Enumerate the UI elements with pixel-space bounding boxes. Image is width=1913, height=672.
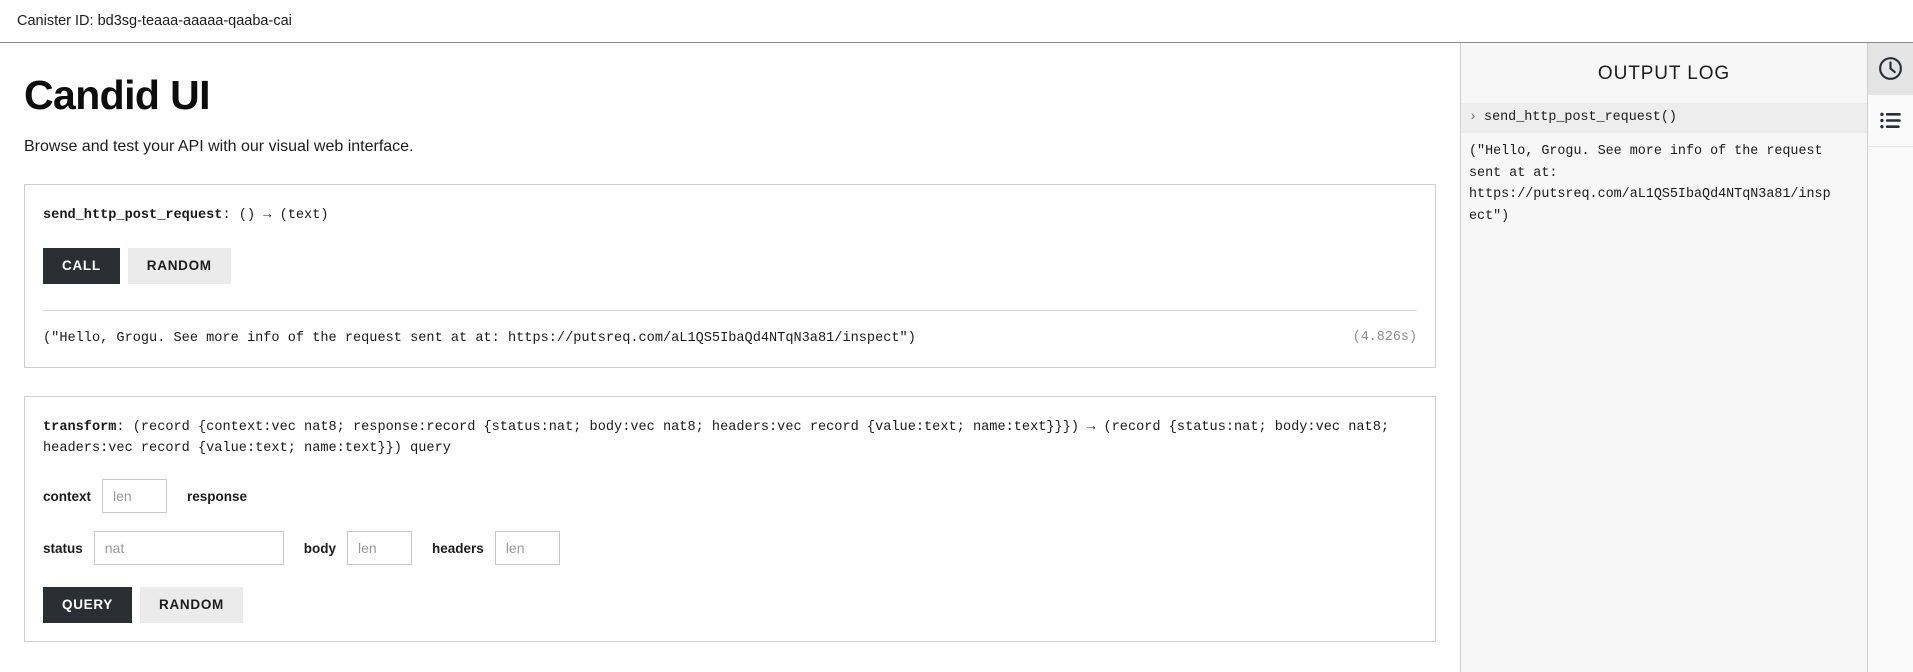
method-name: transform — [43, 420, 117, 436]
arg-label-response: response — [187, 488, 248, 504]
query-button[interactable]: QUERY — [43, 587, 133, 623]
method-name: send_http_post_request — [43, 208, 223, 224]
list-icon — [1877, 107, 1904, 134]
method-card-send-http-post-request: send_http_post_request: () → (text) CALL… — [24, 184, 1436, 369]
method-actions: CALL RANDOM — [43, 248, 1417, 284]
context-input[interactable] — [102, 479, 168, 514]
clock-icon — [1877, 55, 1904, 82]
page-subtitle: Browse and test your API with our visual… — [24, 138, 414, 156]
result-row: ("Hello, Grogu. See more info of the req… — [43, 329, 1417, 349]
status-input[interactable] — [93, 531, 284, 566]
log-entry-label: send_http_post_request() — [1484, 110, 1677, 125]
output-log-panel: OUTPUT LOG › send_http_post_request() ("… — [1460, 43, 1867, 672]
candid-ui-page: Canister ID: bd3sg-teaaa-aaaaa-qaaba-cai… — [0, 0, 1913, 672]
method-actions: QUERY RANDOM — [43, 587, 1417, 623]
canister-id-label: Canister ID: bd3sg-teaaa-aaaaa-qaaba-cai — [17, 13, 292, 29]
log-entry-toggle[interactable]: › send_http_post_request() — [1461, 103, 1867, 134]
methods-list-tab-button[interactable] — [1868, 95, 1913, 147]
result-value: ("Hello, Grogu. See more info of the req… — [43, 330, 916, 346]
method-signature-types: : (record {context:vec nat8; response:re… — [43, 420, 1390, 457]
canister-id-bar: Canister ID: bd3sg-teaaa-aaaaa-qaaba-cai — [0, 0, 1913, 43]
method-signature: transform: (record {context:vec nat8; re… — [43, 417, 1417, 459]
method-signature-types: : () → (text) — [222, 208, 329, 224]
arg-row-response-fields: status body headers — [43, 531, 1417, 566]
method-signature: send_http_post_request: () → (text) — [43, 205, 1417, 226]
main-content: Candid UI Browse and test your API with … — [0, 43, 1460, 672]
output-log-title: OUTPUT LOG — [1597, 63, 1731, 84]
body-split: Candid UI Browse and test your API with … — [0, 43, 1913, 672]
call-button[interactable]: CALL — [43, 248, 120, 284]
arg-label-headers: headers — [432, 540, 484, 556]
arg-row-context: context response — [43, 479, 1417, 514]
result-duration: (4.826s) — [1352, 329, 1417, 345]
random-button[interactable]: RANDOM — [127, 248, 231, 284]
arg-label-status: status — [43, 540, 83, 556]
history-tab-button[interactable] — [1868, 43, 1913, 95]
log-entry-body: ("Hello, Grogu. See more info of the req… — [1469, 144, 1831, 225]
method-card-transform: transform: (record {context:vec nat8; re… — [24, 396, 1436, 642]
random-button[interactable]: RANDOM — [140, 587, 243, 623]
right-icon-rail — [1867, 43, 1913, 672]
page-title: Candid UI — [24, 72, 211, 118]
arg-label-body: body — [303, 540, 337, 556]
arg-label-context: context — [43, 488, 92, 504]
argument-fields: context response status body headers — [43, 479, 1417, 566]
body-input[interactable] — [347, 531, 413, 566]
headers-input[interactable] — [494, 531, 560, 566]
result-divider — [43, 309, 1417, 311]
chevron-right-icon: › — [1469, 110, 1478, 125]
